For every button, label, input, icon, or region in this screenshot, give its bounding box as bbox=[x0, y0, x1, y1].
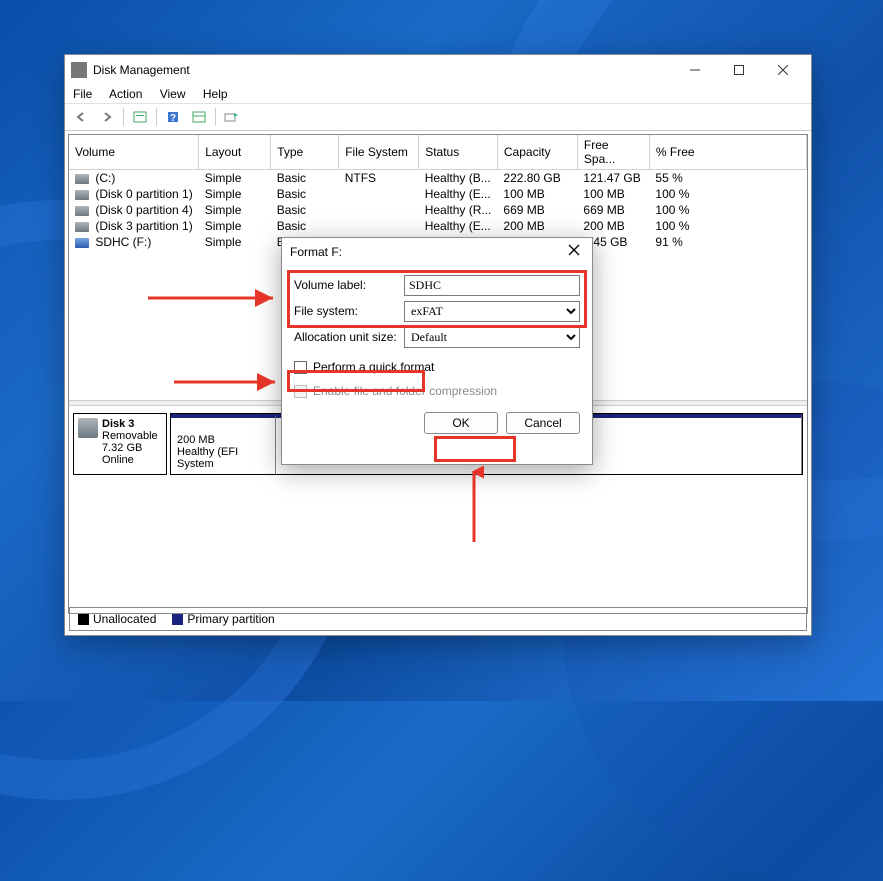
quick-format-checkbox[interactable] bbox=[294, 361, 307, 374]
titlebar[interactable]: Disk Management bbox=[65, 55, 811, 85]
allocation-unit-select[interactable]: Default bbox=[404, 327, 580, 348]
file-system-select[interactable]: exFAT bbox=[404, 301, 580, 322]
menu-file[interactable]: File bbox=[73, 87, 92, 101]
disk-info[interactable]: Disk 3 Removable 7.32 GB Online bbox=[73, 413, 167, 475]
legend: Unallocated Primary partition bbox=[69, 607, 807, 631]
volume-icon bbox=[75, 238, 89, 248]
refresh-icon[interactable] bbox=[222, 107, 242, 127]
compression-checkbox bbox=[294, 385, 307, 398]
window-title: Disk Management bbox=[93, 63, 673, 77]
compression-label: Enable file and folder compression bbox=[313, 384, 497, 398]
volume-table[interactable]: Volume Layout Type File System Status Ca… bbox=[69, 135, 807, 250]
toolbar: ? bbox=[65, 103, 811, 131]
table-row[interactable]: (Disk 3 partition 1)SimpleBasicHealthy (… bbox=[69, 218, 807, 234]
col-free[interactable]: Free Spa... bbox=[577, 135, 649, 170]
col-pctfree[interactable]: % Free bbox=[649, 135, 806, 170]
app-icon bbox=[71, 62, 87, 78]
file-system-label: File system: bbox=[294, 304, 404, 318]
col-layout[interactable]: Layout bbox=[199, 135, 271, 170]
settings-icon[interactable] bbox=[130, 107, 150, 127]
partition-1[interactable]: 200 MB Healthy (EFI System bbox=[171, 414, 276, 474]
svg-text:?: ? bbox=[170, 113, 176, 124]
disk-name: Disk 3 bbox=[102, 418, 134, 430]
col-type[interactable]: Type bbox=[271, 135, 339, 170]
allocation-unit-label: Allocation unit size: bbox=[294, 330, 404, 344]
col-volume[interactable]: Volume bbox=[69, 135, 199, 170]
legend-swatch-unallocated bbox=[78, 614, 89, 625]
disk-type: Removable bbox=[102, 430, 158, 442]
menu-help[interactable]: Help bbox=[203, 87, 228, 101]
volume-label-label: Volume label: bbox=[294, 278, 404, 292]
disk-size: 7.32 GB bbox=[102, 442, 142, 454]
maximize-button[interactable] bbox=[717, 55, 761, 85]
view-icon[interactable] bbox=[189, 107, 209, 127]
dialog-titlebar[interactable]: Format F: bbox=[282, 238, 592, 266]
volume-icon bbox=[75, 174, 89, 184]
ok-button[interactable]: OK bbox=[424, 412, 498, 434]
format-dialog: Format F: Volume label: File system: exF… bbox=[281, 237, 593, 465]
disk-state: Online bbox=[102, 454, 134, 466]
quick-format-row[interactable]: Perform a quick format bbox=[294, 360, 580, 374]
dialog-close-button[interactable] bbox=[568, 244, 584, 260]
close-button[interactable] bbox=[761, 55, 805, 85]
back-button[interactable] bbox=[71, 107, 91, 127]
disk-icon bbox=[78, 418, 98, 438]
volume-icon bbox=[75, 222, 89, 232]
dialog-title: Format F: bbox=[290, 245, 568, 259]
volume-icon bbox=[75, 190, 89, 200]
help-icon[interactable]: ? bbox=[163, 107, 183, 127]
compression-row: Enable file and folder compression bbox=[294, 384, 580, 398]
cancel-button[interactable]: Cancel bbox=[506, 412, 580, 434]
menu-action[interactable]: Action bbox=[109, 87, 142, 101]
minimize-button[interactable] bbox=[673, 55, 717, 85]
col-filesystem[interactable]: File System bbox=[339, 135, 419, 170]
quick-format-label: Perform a quick format bbox=[313, 360, 434, 374]
table-row[interactable]: (Disk 0 partition 1)SimpleBasicHealthy (… bbox=[69, 186, 807, 202]
col-capacity[interactable]: Capacity bbox=[497, 135, 577, 170]
legend-swatch-primary bbox=[172, 614, 183, 625]
menu-view[interactable]: View bbox=[160, 87, 186, 101]
forward-button[interactable] bbox=[97, 107, 117, 127]
table-row[interactable]: (C:)SimpleBasicNTFSHealthy (B...222.80 G… bbox=[69, 170, 807, 187]
col-status[interactable]: Status bbox=[419, 135, 498, 170]
table-row[interactable]: (Disk 0 partition 4)SimpleBasicHealthy (… bbox=[69, 202, 807, 218]
volume-label-input[interactable] bbox=[404, 275, 580, 296]
volume-icon bbox=[75, 206, 89, 216]
menubar: File Action View Help bbox=[65, 85, 811, 103]
